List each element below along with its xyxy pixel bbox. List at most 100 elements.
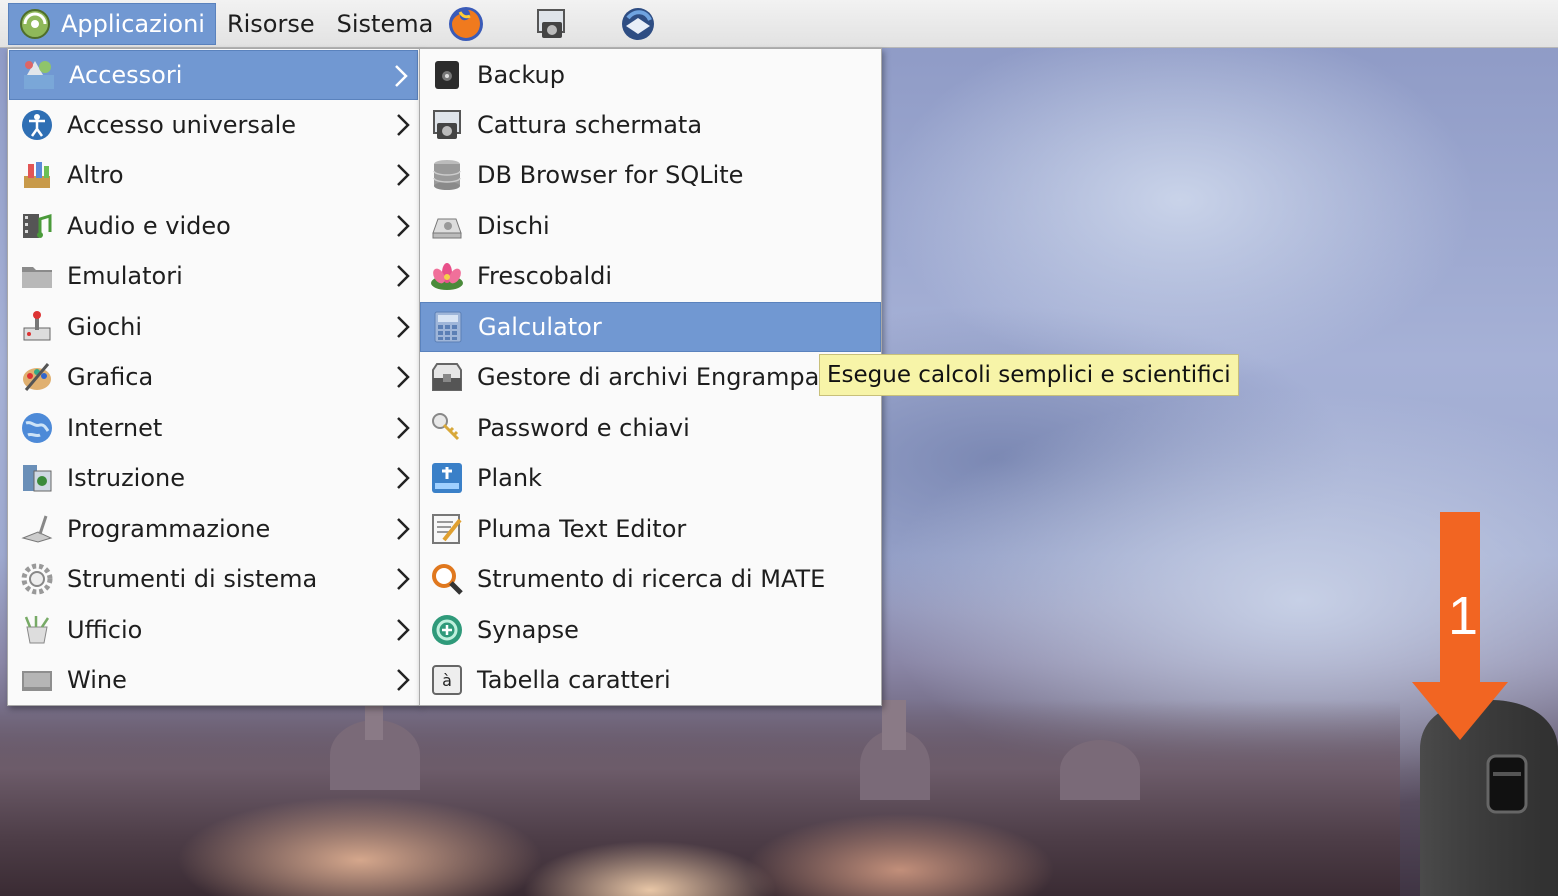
menu-item-db-browser[interactable]: DB Browser for SQLite: [420, 150, 881, 200]
menu-item-internet[interactable]: Internet: [8, 403, 419, 453]
menu-item-istruzione[interactable]: Istruzione: [8, 453, 419, 503]
menu-item-galculator[interactable]: Galculator: [420, 302, 881, 352]
system-tools-icon: [19, 561, 55, 597]
top-panel: Applicazioni Risorse Sistema: [0, 0, 1558, 48]
plank-icon: [429, 460, 465, 496]
folder-icon: [19, 258, 55, 294]
menu-item-engrampa[interactable]: Gestore di archivi Engrampa: [420, 352, 881, 402]
menu-item-plank[interactable]: Plank: [420, 453, 881, 503]
thunderbird-launcher[interactable]: [616, 3, 660, 45]
menu-item-altro[interactable]: Altro: [8, 150, 419, 200]
games-icon: [19, 309, 55, 345]
wallpaper-cityscape: [0, 700, 1400, 896]
menu-item-label: Password e chiavi: [477, 414, 690, 442]
places-menu-button[interactable]: Risorse: [216, 3, 326, 45]
chevron-right-icon: [397, 669, 410, 691]
synapse-icon: [429, 612, 465, 648]
programming-icon: [19, 511, 55, 547]
menu-item-label: Plank: [477, 464, 542, 492]
firefox-launcher[interactable]: [444, 3, 488, 45]
applications-menu-label: Applicazioni: [61, 9, 205, 38]
mate-logo-icon: [20, 8, 50, 39]
archive-manager-icon: [429, 359, 465, 395]
chevron-right-icon: [397, 518, 410, 540]
menu-item-wine[interactable]: Wine: [8, 655, 419, 705]
chevron-right-icon: [397, 215, 410, 237]
menu-item-label: Synapse: [477, 616, 579, 644]
menu-item-label: Grafica: [67, 363, 154, 391]
menu-item-password-e-chiavi[interactable]: Password e chiavi: [420, 403, 881, 453]
office-icon: [19, 612, 55, 648]
menu-item-cattura-schermata[interactable]: Cattura schermata: [420, 100, 881, 150]
chevron-right-icon: [397, 619, 410, 641]
menu-item-giochi[interactable]: Giochi: [8, 302, 419, 352]
menu-item-accesso-universale[interactable]: Accesso universale: [8, 100, 419, 150]
menu-item-label: Pluma Text Editor: [477, 515, 687, 543]
places-menu-label: Risorse: [226, 9, 315, 38]
calculator-icon: [430, 309, 466, 345]
menu-item-mate-search[interactable]: Strumento di ricerca di MATE: [420, 554, 881, 604]
education-icon: [19, 460, 55, 496]
menu-item-label: Emulatori: [67, 262, 183, 290]
menu-item-backup[interactable]: Backup: [420, 50, 881, 100]
other-icon: [19, 157, 55, 193]
wine-icon: [19, 662, 55, 698]
menu-item-dischi[interactable]: Dischi: [420, 201, 881, 251]
graphics-icon: [19, 359, 55, 395]
menu-item-label: Backup: [477, 61, 565, 89]
menu-item-label: Tabella caratteri: [477, 666, 671, 694]
applications-menu: Accessori Accesso universale Altro Audio…: [7, 48, 420, 706]
chevron-right-icon: [395, 65, 408, 87]
chevron-right-icon: [397, 467, 410, 489]
keys-icon: [429, 410, 465, 446]
menu-item-label: Istruzione: [67, 464, 185, 492]
accessories-submenu: Backup Cattura schermata DB Browser for …: [419, 48, 882, 706]
menu-item-label: Accesso universale: [67, 111, 297, 139]
menu-item-label: Ufficio: [67, 616, 143, 644]
multimedia-icon: [19, 208, 55, 244]
text-editor-icon: [429, 511, 465, 547]
menu-item-label: DB Browser for SQLite: [477, 161, 744, 189]
system-menu-label: Sistema: [336, 9, 434, 38]
menu-item-label: Cattura schermata: [477, 111, 703, 139]
chevron-right-icon: [397, 417, 410, 439]
menu-item-label: Internet: [67, 414, 163, 442]
search-icon: [429, 561, 465, 597]
screenshot-icon: [429, 107, 465, 143]
menu-item-label: Accessori: [69, 61, 183, 89]
disks-icon: [429, 208, 465, 244]
menu-item-accessori[interactable]: Accessori: [9, 50, 418, 100]
menu-item-label: Altro: [67, 161, 124, 189]
menu-item-audio-e-video[interactable]: Audio e video: [8, 201, 419, 251]
menu-item-label: Giochi: [67, 313, 143, 341]
menu-item-emulatori[interactable]: Emulatori: [8, 251, 419, 301]
menu-item-label: Dischi: [477, 212, 550, 240]
frescobaldi-icon: [429, 258, 465, 294]
menu-item-ufficio[interactable]: Ufficio: [8, 605, 419, 655]
menu-item-pluma[interactable]: Pluma Text Editor: [420, 504, 881, 554]
chevron-right-icon: [397, 568, 410, 590]
menu-item-synapse[interactable]: Synapse: [420, 605, 881, 655]
screenshot-icon: [537, 8, 566, 38]
menu-item-label: Audio e video: [67, 212, 231, 240]
tooltip: Esegue calcoli semplici e scientifici: [819, 354, 1239, 396]
menu-item-label: Wine: [67, 666, 127, 694]
svg-text:à: à: [442, 671, 452, 690]
backup-icon: [429, 57, 465, 93]
menu-item-label: Gestore di archivi Engrampa: [477, 363, 820, 391]
menu-item-label: Programmazione: [67, 515, 271, 543]
menu-item-tabella-caratteri[interactable]: à Tabella caratteri: [420, 655, 881, 705]
menu-item-label: Strumenti di sistema: [67, 565, 318, 593]
menu-item-label: Frescobaldi: [477, 262, 613, 290]
chevron-right-icon: [397, 366, 410, 388]
chevron-right-icon: [397, 164, 410, 186]
system-menu-button[interactable]: Sistema: [326, 3, 445, 45]
universal-access-icon: [19, 107, 55, 143]
menu-item-strumenti-di-sistema[interactable]: Strumenti di sistema: [8, 554, 419, 604]
screenshot-launcher[interactable]: [530, 3, 574, 45]
menu-item-grafica[interactable]: Grafica: [8, 352, 419, 402]
thunderbird-icon: [622, 7, 655, 40]
applications-menu-button[interactable]: Applicazioni: [8, 2, 216, 45]
menu-item-programmazione[interactable]: Programmazione: [8, 504, 419, 554]
menu-item-frescobaldi[interactable]: Frescobaldi: [420, 251, 881, 301]
